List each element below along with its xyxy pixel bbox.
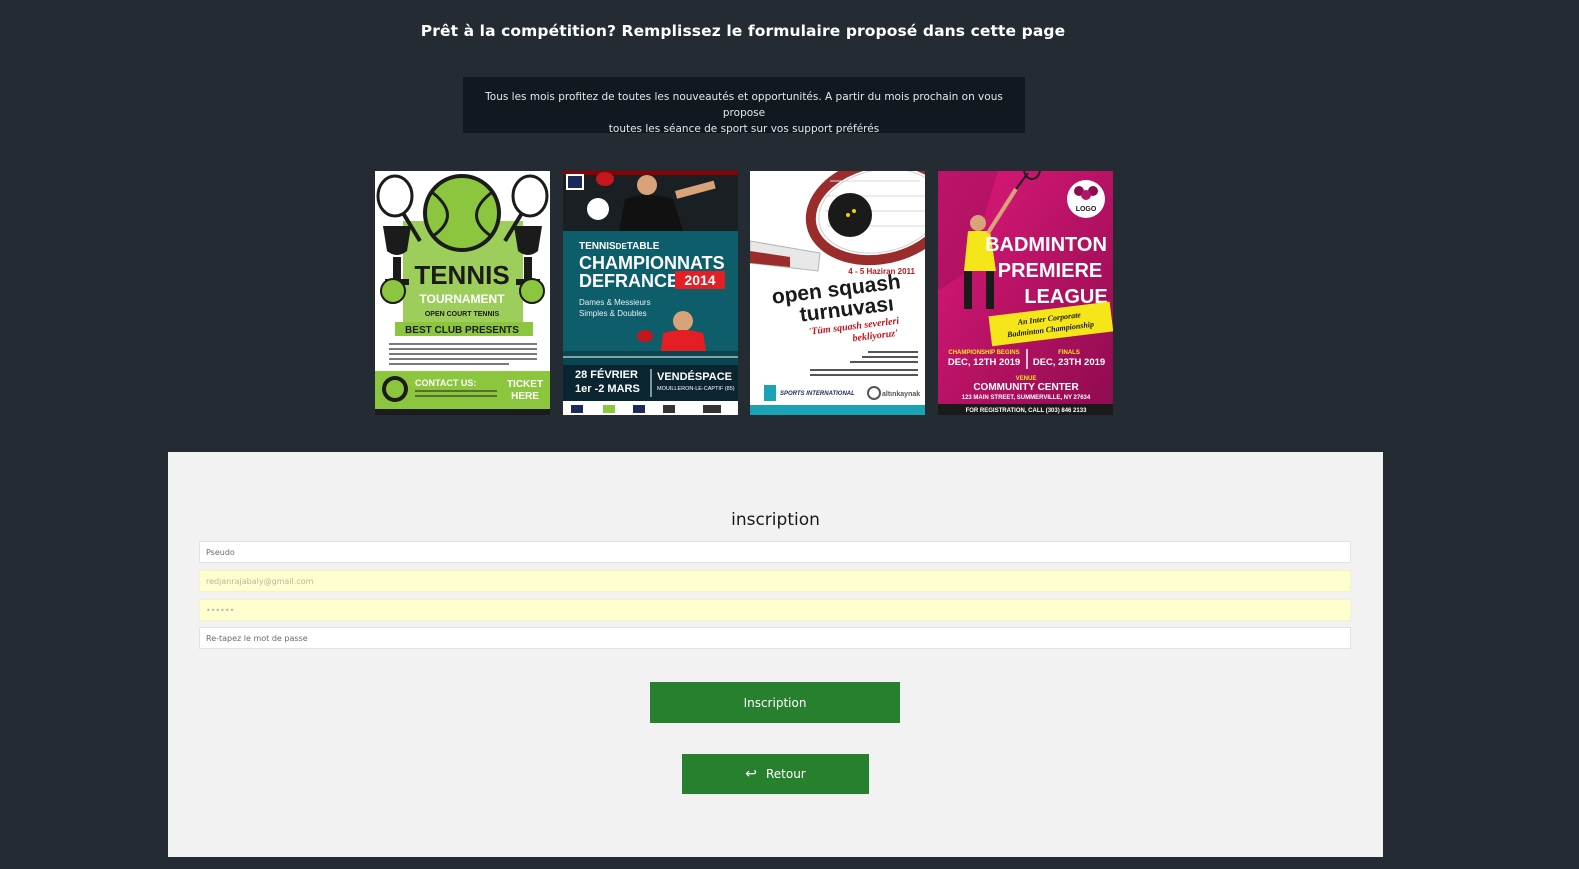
tt-dates-2: 1er -2 MARS bbox=[575, 383, 640, 395]
tt-category-1: Dames & Messieurs bbox=[579, 298, 651, 307]
tt-brand-2: DE bbox=[616, 242, 628, 251]
notice-line-1: Tous les mois profitez de toutes les nou… bbox=[485, 91, 1003, 119]
tt-category-2: Simples & Doubles bbox=[579, 309, 647, 318]
tt-brand-1: TENNIS bbox=[579, 241, 616, 252]
tt-brand-3: TABLE bbox=[627, 241, 660, 252]
badminton-address: 123 MAIN STREET, SUMMERVILLE, NY 27634 bbox=[962, 395, 1091, 401]
tennis-tagline: OPEN COURT TENNIS bbox=[425, 311, 500, 318]
tt-title-1: CHAMPIONNATS bbox=[579, 253, 725, 273]
tt-city: MOUILLERON-LE-CAPTIF (85) bbox=[657, 386, 735, 392]
return-arrow-icon: ↩ bbox=[745, 766, 757, 782]
badminton-logo: LOGO bbox=[1076, 206, 1097, 213]
password-input[interactable] bbox=[199, 599, 1351, 621]
tennis-tournament-poster: TENNIS TOURNAMENT OPEN COURT TENNIS BEST… bbox=[375, 171, 550, 415]
tennis-title: TENNIS bbox=[414, 260, 509, 290]
badminton-league-poster: LOGO BADMINTON PREMIERE LEAGUE An Inter … bbox=[938, 171, 1113, 415]
pseudo-input[interactable] bbox=[199, 541, 1351, 563]
back-button[interactable]: ↩ Retour bbox=[682, 754, 869, 794]
tt-title-2b: FRANCE bbox=[604, 271, 679, 291]
page-headline: Prêt à la compétition? Remplissez le for… bbox=[420, 22, 1066, 40]
email-input[interactable] bbox=[199, 570, 1351, 592]
tennis-contact: CONTACT US: bbox=[415, 378, 476, 388]
back-button-label: Retour bbox=[765, 767, 806, 781]
confirm-password-input[interactable] bbox=[199, 627, 1351, 649]
info-notice: Tous les mois profitez de toutes les nou… bbox=[463, 77, 1025, 135]
inscription-button-label: Inscription bbox=[743, 695, 807, 710]
tt-venue: VENDÉSPACE bbox=[657, 370, 732, 383]
badminton-label-begins: CHAMPIONSHIP BEGINS bbox=[948, 350, 1019, 356]
table-tennis-poster: TENNISDETABLE CHAMPIONNATS DEFRANCE 2014… bbox=[563, 171, 738, 415]
squash-sponsor-2: altınkaynak bbox=[882, 391, 920, 398]
badminton-label-finals: FINALS bbox=[1058, 350, 1080, 356]
badminton-date-begins: DEC, 12TH 2019 bbox=[948, 357, 1020, 368]
badminton-title-1: BADMINTON bbox=[985, 234, 1107, 256]
badminton-date-finals: DEC, 23TH 2019 bbox=[1033, 357, 1105, 368]
tt-dates-1: 28 FÉVRIER bbox=[575, 368, 638, 381]
tt-title-2a: DE bbox=[579, 271, 604, 291]
squash-sponsor-1: SPORTS INTERNATIONAL bbox=[780, 391, 855, 397]
tennis-subtitle: TOURNAMENT bbox=[419, 292, 505, 306]
notice-line-2: toutes les séance de sport sur vos suppo… bbox=[608, 123, 880, 135]
tt-year: 2014 bbox=[684, 272, 715, 288]
registration-form: inscription Inscription ↩ Retour bbox=[168, 452, 1383, 857]
svg-text:TENNISDETABLE: TENNISDETABLE bbox=[579, 241, 660, 252]
svg-text:DEFRANCE: DEFRANCE bbox=[579, 271, 679, 291]
form-title: inscription bbox=[731, 510, 820, 530]
tennis-ticket-2: HERE bbox=[511, 391, 539, 402]
badminton-registration: FOR REGISTRATION, CALL (303) 846 2133 bbox=[966, 408, 1087, 414]
squash-tournament-poster: 4 - 5 Haziran 2011 open squash turnuvası… bbox=[750, 171, 925, 415]
badminton-venue: COMMUNITY CENTER bbox=[973, 382, 1079, 393]
tennis-ticket-1: TICKET bbox=[507, 379, 543, 390]
inscription-button[interactable]: Inscription bbox=[650, 682, 900, 723]
tennis-banner: BEST CLUB PRESENTS bbox=[405, 325, 519, 336]
badminton-title-2: PREMIERE bbox=[998, 260, 1102, 282]
